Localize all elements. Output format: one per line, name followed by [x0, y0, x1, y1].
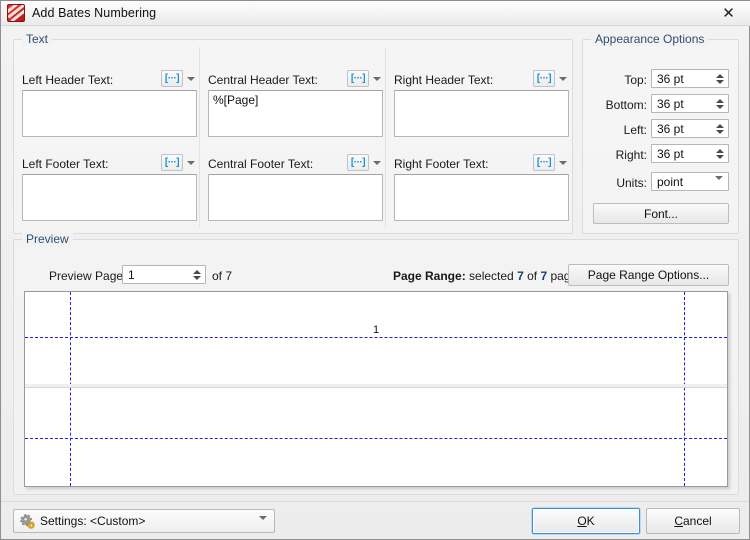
guide-top-margin [25, 337, 727, 338]
preview-page-label: Preview Page [49, 269, 124, 283]
settings-select[interactable]: Settings: <Custom> [13, 509, 275, 534]
preview-page-total: of 7 [212, 269, 233, 283]
gears-icon [19, 513, 35, 529]
preview-page-value: 1 [128, 268, 135, 282]
macro-dropdown-right-footer[interactable] [556, 154, 570, 171]
app-icon [7, 4, 25, 22]
field-label: Left Footer Text: [22, 157, 109, 171]
input-left-footer[interactable] [22, 174, 197, 221]
settings-text: Settings: <Custom> [40, 514, 145, 528]
margin-right-stepper[interactable]: 36 pt [651, 144, 729, 163]
margin-top-label: Top: [624, 73, 647, 87]
stepper-buttons[interactable] [713, 121, 726, 136]
macro-button-central-header[interactable]: [···] [347, 70, 369, 87]
chevron-down-icon [259, 516, 267, 534]
footer-divider [1, 501, 749, 502]
field-right-header: Right Header Text: [···] [394, 70, 569, 141]
page-range-options-button[interactable]: Page Range Options... [568, 264, 729, 286]
add-bates-numbering-dialog: Add Bates Numbering ✕ Text Left Header T… [0, 0, 750, 540]
cancel-button[interactable]: Cancel [646, 508, 740, 534]
preview-canvas[interactable]: 1 [24, 291, 728, 487]
stepper-buttons[interactable] [190, 267, 203, 282]
margin-top-stepper[interactable]: 36 pt [651, 69, 729, 88]
macro-dropdown-right-header[interactable] [556, 70, 570, 87]
close-icon[interactable]: ✕ [706, 1, 750, 24]
input-central-header[interactable]: %[Page] [208, 90, 383, 137]
title-bar: Add Bates Numbering ✕ [1, 1, 750, 26]
field-central-header: Central Header Text: [···] %[Page] [208, 70, 383, 141]
macro-dropdown-left-header[interactable] [184, 70, 198, 87]
chevron-down-icon [715, 176, 723, 194]
text-group-divider-2 [385, 47, 386, 227]
page-separator [25, 384, 727, 388]
stepper-buttons[interactable] [713, 71, 726, 86]
preview-page-stepper[interactable]: 1 [122, 265, 206, 284]
page-range-selected: 7 [517, 269, 524, 283]
margin-left-label: Left: [623, 123, 647, 137]
cancel-label: Cancel [674, 514, 712, 528]
preview-group-label: Preview [22, 232, 73, 246]
margin-bottom-value: 36 pt [657, 97, 684, 111]
field-label: Left Header Text: [22, 73, 114, 87]
window-title: Add Bates Numbering [32, 6, 157, 20]
macro-dropdown-central-header[interactable] [370, 70, 384, 87]
page-range-status: Page Range: selected 7 of 7 pages [393, 269, 583, 283]
macro-dropdown-left-footer[interactable] [184, 154, 198, 171]
input-right-header[interactable] [394, 90, 569, 137]
margin-right-label: Right: [615, 148, 647, 162]
stepper-buttons[interactable] [713, 146, 726, 161]
margin-top-value: 36 pt [657, 72, 684, 86]
macro-dropdown-central-footer[interactable] [370, 154, 384, 171]
macro-button-right-footer[interactable]: [···] [533, 154, 555, 171]
macro-button-left-header[interactable]: [···] [161, 70, 183, 87]
units-select[interactable]: point [651, 172, 729, 194]
field-label: Central Footer Text: [208, 157, 314, 171]
field-label: Right Footer Text: [394, 157, 489, 171]
margin-left-stepper[interactable]: 36 pt [651, 119, 729, 138]
guide-right-margin [684, 292, 685, 486]
margin-left-value: 36 pt [657, 122, 684, 136]
field-left-header: Left Header Text: [···] [22, 70, 197, 141]
guide-left-margin [70, 292, 71, 486]
field-left-footer: Left Footer Text: [···] [22, 154, 197, 225]
macro-button-central-footer[interactable]: [···] [347, 154, 369, 171]
stepper-buttons[interactable] [713, 96, 726, 111]
settings-label: Settings: [40, 514, 87, 528]
margin-right-value: 36 pt [657, 147, 684, 161]
margin-bottom-label: Bottom: [605, 98, 647, 112]
guide-bottom-margin [25, 438, 727, 439]
page-range-join: of [523, 269, 541, 283]
margin-bottom-stepper[interactable]: 36 pt [651, 94, 729, 113]
input-left-header[interactable] [22, 90, 197, 137]
field-right-footer: Right Footer Text: [···] [394, 154, 569, 225]
units-value: point [657, 175, 684, 189]
macro-button-left-footer[interactable]: [···] [161, 154, 183, 171]
settings-value: <Custom> [90, 514, 146, 528]
field-label: Right Header Text: [394, 73, 494, 87]
text-group-label: Text [22, 32, 53, 46]
ok-label: OK [577, 514, 595, 528]
macro-button-right-header[interactable]: [···] [533, 70, 555, 87]
ok-button[interactable]: OK [532, 508, 640, 534]
input-central-footer[interactable] [208, 174, 383, 221]
preview-page-number: 1 [372, 324, 380, 336]
font-button[interactable]: Font... [593, 203, 729, 224]
units-label: Units: [616, 176, 647, 190]
page-range-prefix: Page Range: [393, 269, 466, 283]
text-group-divider-1 [199, 47, 200, 227]
appearance-group-label: Appearance Options [591, 32, 709, 46]
field-central-footer: Central Footer Text: [···] [208, 154, 383, 225]
page-range-mid: selected [465, 269, 518, 283]
input-right-footer[interactable] [394, 174, 569, 221]
field-label: Central Header Text: [208, 73, 318, 87]
